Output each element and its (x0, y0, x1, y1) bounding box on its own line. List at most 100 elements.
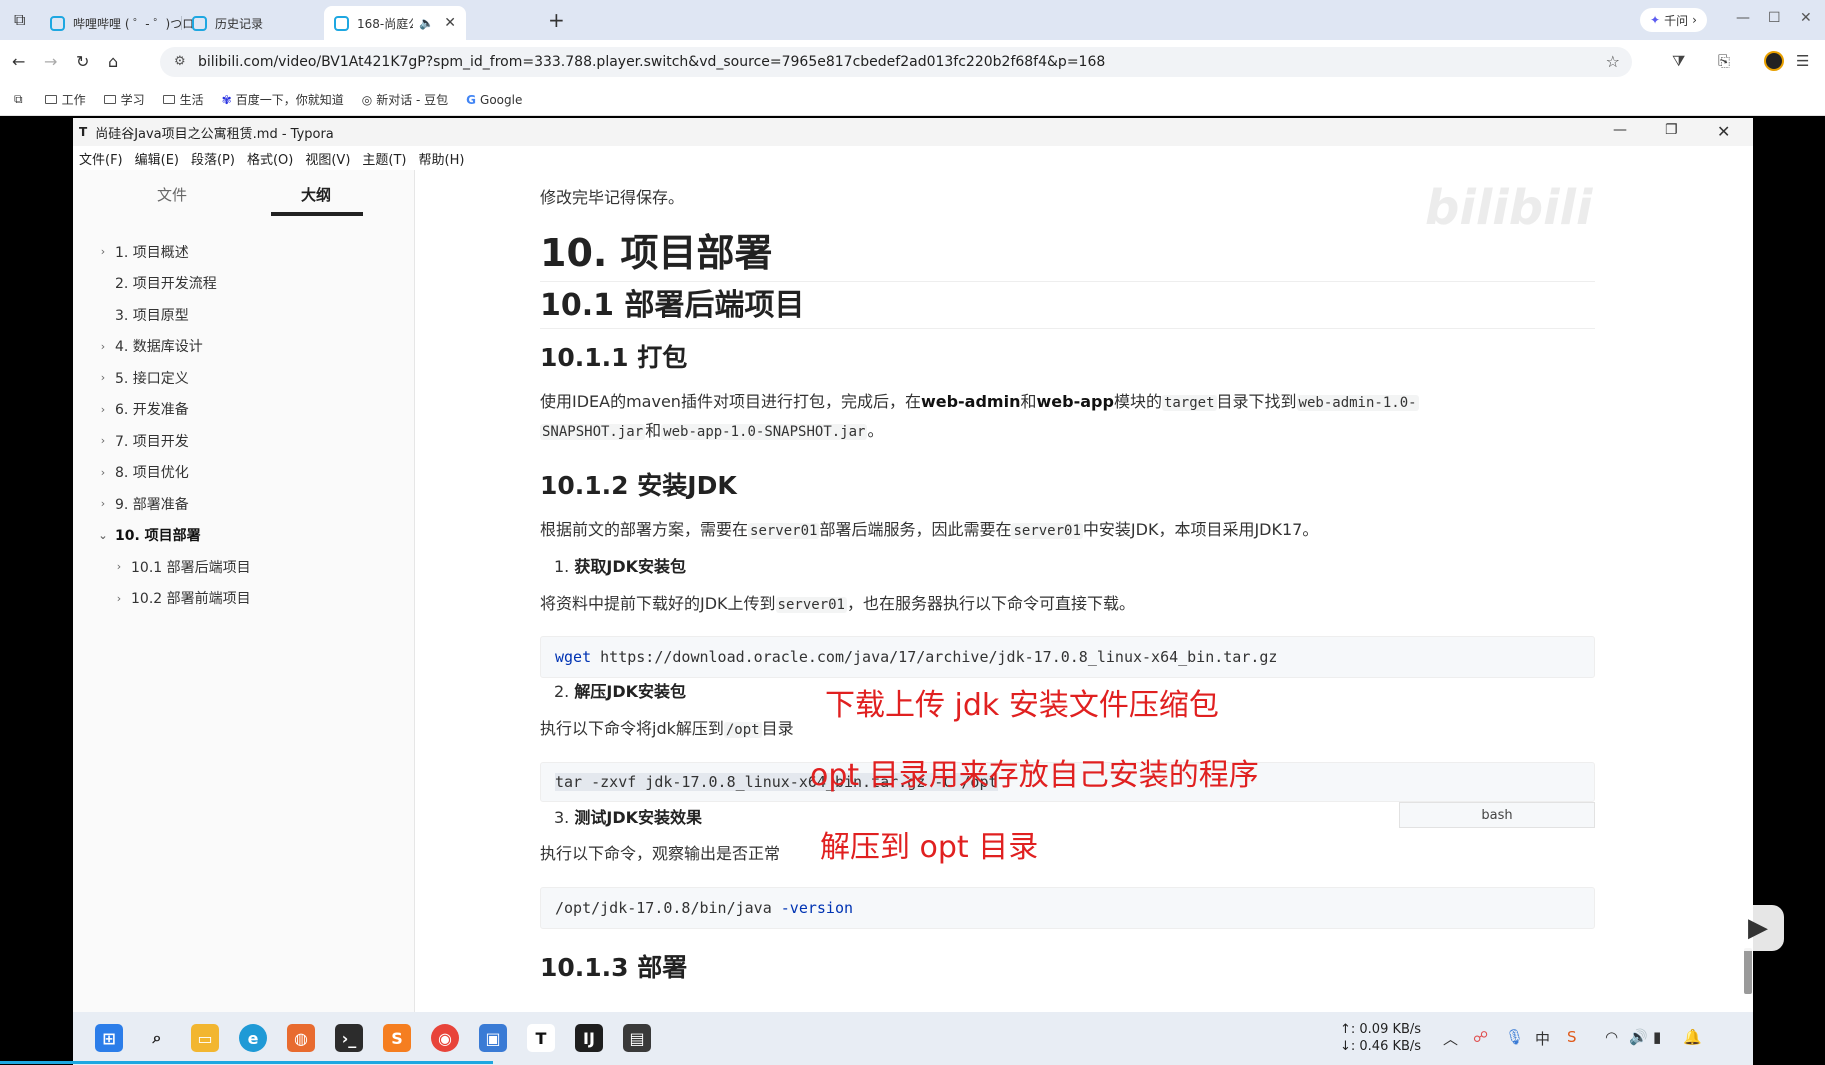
bookmark-star-icon[interactable]: ☆ (1606, 52, 1620, 71)
chevron-right-icon[interactable]: › (95, 403, 111, 416)
screenshot-icon[interactable]: ⎘ (1718, 52, 1730, 70)
tray-overflow-icon[interactable]: ︿ (1443, 1028, 1458, 1049)
menu-view[interactable]: 视图(V) (305, 149, 350, 168)
chrome-icon[interactable]: ◉ (431, 1024, 459, 1052)
outline-item[interactable]: › 10.2 部署前端项目 (73, 583, 415, 615)
chevron-down-icon[interactable]: ⌄ (95, 529, 111, 542)
heading-1: 10. 项目部署 (540, 222, 1595, 282)
outline-item[interactable]: › 6. 开发准备 (73, 394, 415, 426)
outline-item[interactable]: › 4. 数据库设计 (73, 331, 415, 363)
outline-item[interactable]: › 5. 接口定义 (73, 362, 415, 394)
home-icon[interactable]: ⌂ (108, 52, 118, 71)
extensions-icon[interactable]: ⧩ (1672, 52, 1685, 70)
outline-item[interactable]: › 9. 部署准备 (73, 488, 415, 520)
menu-paragraph[interactable]: 段落(P) (191, 149, 235, 168)
inline-code: SNAPSHOT.jar (540, 424, 646, 440)
menu-theme[interactable]: 主题(T) (362, 149, 406, 168)
menu-edit[interactable]: 编辑(E) (135, 149, 179, 168)
intellij-icon[interactable]: IJ (575, 1024, 603, 1052)
bookmark-study[interactable]: 学习 (103, 91, 145, 108)
minimize-icon[interactable]: — (1736, 10, 1750, 26)
close-window-icon[interactable]: ✕ (1800, 10, 1812, 26)
outline-item[interactable]: ⌄ 10. 项目部署 (73, 520, 415, 552)
bookmarks-panel-icon[interactable]: ⧉ (14, 92, 23, 107)
outline-item[interactable]: › 7. 项目开发 (73, 425, 415, 457)
typora-restore-icon[interactable]: ❐ (1665, 122, 1678, 138)
wifi-icon[interactable]: ◠ (1605, 1028, 1618, 1046)
input-method-indicator[interactable]: 中 (1535, 1028, 1550, 1049)
reload-icon[interactable]: ↻ (76, 52, 89, 71)
microphone-icon[interactable]: 🎙 (1505, 1028, 1524, 1046)
bookmark-label: 工作 (61, 93, 86, 107)
qwen-button[interactable]: ✦ 千问 › (1640, 8, 1707, 32)
tab-bilibili-home[interactable]: 哔哩哔哩 ( ゜- ゜)つロ (40, 6, 194, 40)
outline-item-label: 5. 接口定义 (115, 370, 189, 387)
chevron-right-icon[interactable]: › (95, 371, 111, 384)
sogou-icon[interactable]: S (1567, 1028, 1577, 1046)
editor-scrollbar-thumb[interactable] (1744, 948, 1752, 994)
typora-close-icon[interactable]: ✕ (1717, 122, 1730, 141)
menu-icon[interactable]: ☰ (1796, 52, 1809, 70)
menu-file[interactable]: 文件(F) (79, 149, 123, 168)
notification-bell-icon[interactable]: 🔔 (1683, 1028, 1702, 1046)
speaker-icon[interactable]: 🔈 (419, 16, 434, 30)
search-icon[interactable]: ⌕ (143, 1024, 171, 1052)
outline-item[interactable]: 2. 项目开发流程 (73, 268, 415, 300)
tab-files[interactable]: 文件 (157, 184, 187, 205)
tab-current-video[interactable]: 168-尚庭公寓 🔈 ✕ (324, 6, 466, 40)
chevron-right-icon[interactable]: › (95, 497, 111, 510)
bookmark-baidu[interactable]: ✾ 百度一下，你就知道 (222, 91, 344, 108)
sublime-icon[interactable]: S (383, 1024, 411, 1052)
battery-icon[interactable]: ▮ (1653, 1028, 1661, 1046)
app-orange-icon[interactable]: ◍ (287, 1024, 315, 1052)
chevron-right-icon[interactable]: › (95, 466, 111, 479)
terminal-icon[interactable]: ›_ (335, 1024, 363, 1052)
bookmark-doubao[interactable]: ◎ 新对话 - 豆包 (362, 91, 448, 108)
maximize-icon[interactable]: ☐ (1768, 10, 1781, 26)
chevron-right-icon[interactable]: › (111, 560, 127, 573)
tray-app-icon[interactable]: ☍ (1473, 1028, 1488, 1046)
outline-item[interactable]: 3. 项目原型 (73, 299, 415, 331)
chevron-right-icon[interactable]: › (95, 340, 111, 353)
typora-window: T 尚硅谷Java项目之公寓租赁.md - Typora — ❐ ✕ 文件(F)… (73, 118, 1753, 1012)
tab-actions-icon[interactable]: ⧉ (14, 10, 25, 30)
video-progress-bar[interactable] (0, 1061, 493, 1064)
code-block-version[interactable]: /opt/jdk-17.0.8/bin/java -version (540, 887, 1595, 929)
video-play-icon[interactable]: ▶ (1732, 905, 1784, 951)
bilibili-icon (192, 15, 207, 31)
code-block-wget[interactable]: wget https://download.oracle.com/java/17… (540, 636, 1595, 678)
bookmark-life[interactable]: 生活 (162, 91, 204, 108)
file-explorer-icon[interactable]: ▭ (191, 1024, 219, 1052)
outline-item[interactable]: › 10.1 部署后端项目 (73, 551, 415, 583)
xshell-icon[interactable]: ▤ (623, 1024, 651, 1052)
profile-avatar-icon[interactable] (1764, 51, 1784, 71)
site-info-icon[interactable]: ⚙ (174, 54, 186, 69)
typora-minimize-icon[interactable]: — (1613, 122, 1627, 138)
bold-text: web-app (1036, 392, 1114, 411)
chevron-right-icon[interactable]: › (95, 434, 111, 447)
menu-help[interactable]: 帮助(H) (419, 149, 465, 168)
text: 使用IDEA的maven插件对项目进行打包，完成后，在 (540, 392, 921, 411)
forward-icon[interactable]: → (44, 52, 57, 71)
typora-taskbar-icon[interactable]: T (527, 1024, 555, 1052)
remote-desktop-icon[interactable]: ▣ (479, 1024, 507, 1052)
back-icon[interactable]: ← (12, 52, 25, 71)
menu-format[interactable]: 格式(O) (247, 149, 293, 168)
bookmark-google[interactable]: G Google (466, 93, 522, 107)
url-input[interactable]: ⚙ bilibili.com/video/BV1At421K7gP?spm_id… (160, 47, 1632, 77)
tab-outline[interactable]: 大纲 (301, 184, 331, 205)
chevron-right-icon[interactable]: › (95, 245, 111, 258)
volume-icon[interactable]: 🔊 (1629, 1028, 1648, 1046)
outline-item[interactable]: › 1. 项目概述 (73, 236, 415, 268)
code-language-input[interactable]: bash (1399, 802, 1595, 828)
tab-history[interactable]: 历史记录 (182, 6, 324, 40)
new-tab-button[interactable]: + (548, 8, 565, 32)
editor-area[interactable]: bilibili 修改完毕记得保存。 10. 项目部署 10.1 部署后端项目 … (415, 170, 1753, 1012)
windows-start-icon[interactable]: ⊞ (95, 1024, 123, 1052)
bookmark-work[interactable]: 工作 (44, 91, 86, 108)
chevron-right-icon[interactable]: › (111, 592, 127, 605)
edge-icon[interactable]: e (239, 1024, 267, 1052)
close-tab-icon[interactable]: ✕ (444, 15, 456, 31)
outline-item[interactable]: › 8. 项目优化 (73, 457, 415, 489)
paragraph-save-note: 修改完毕记得保存。 (540, 188, 685, 207)
